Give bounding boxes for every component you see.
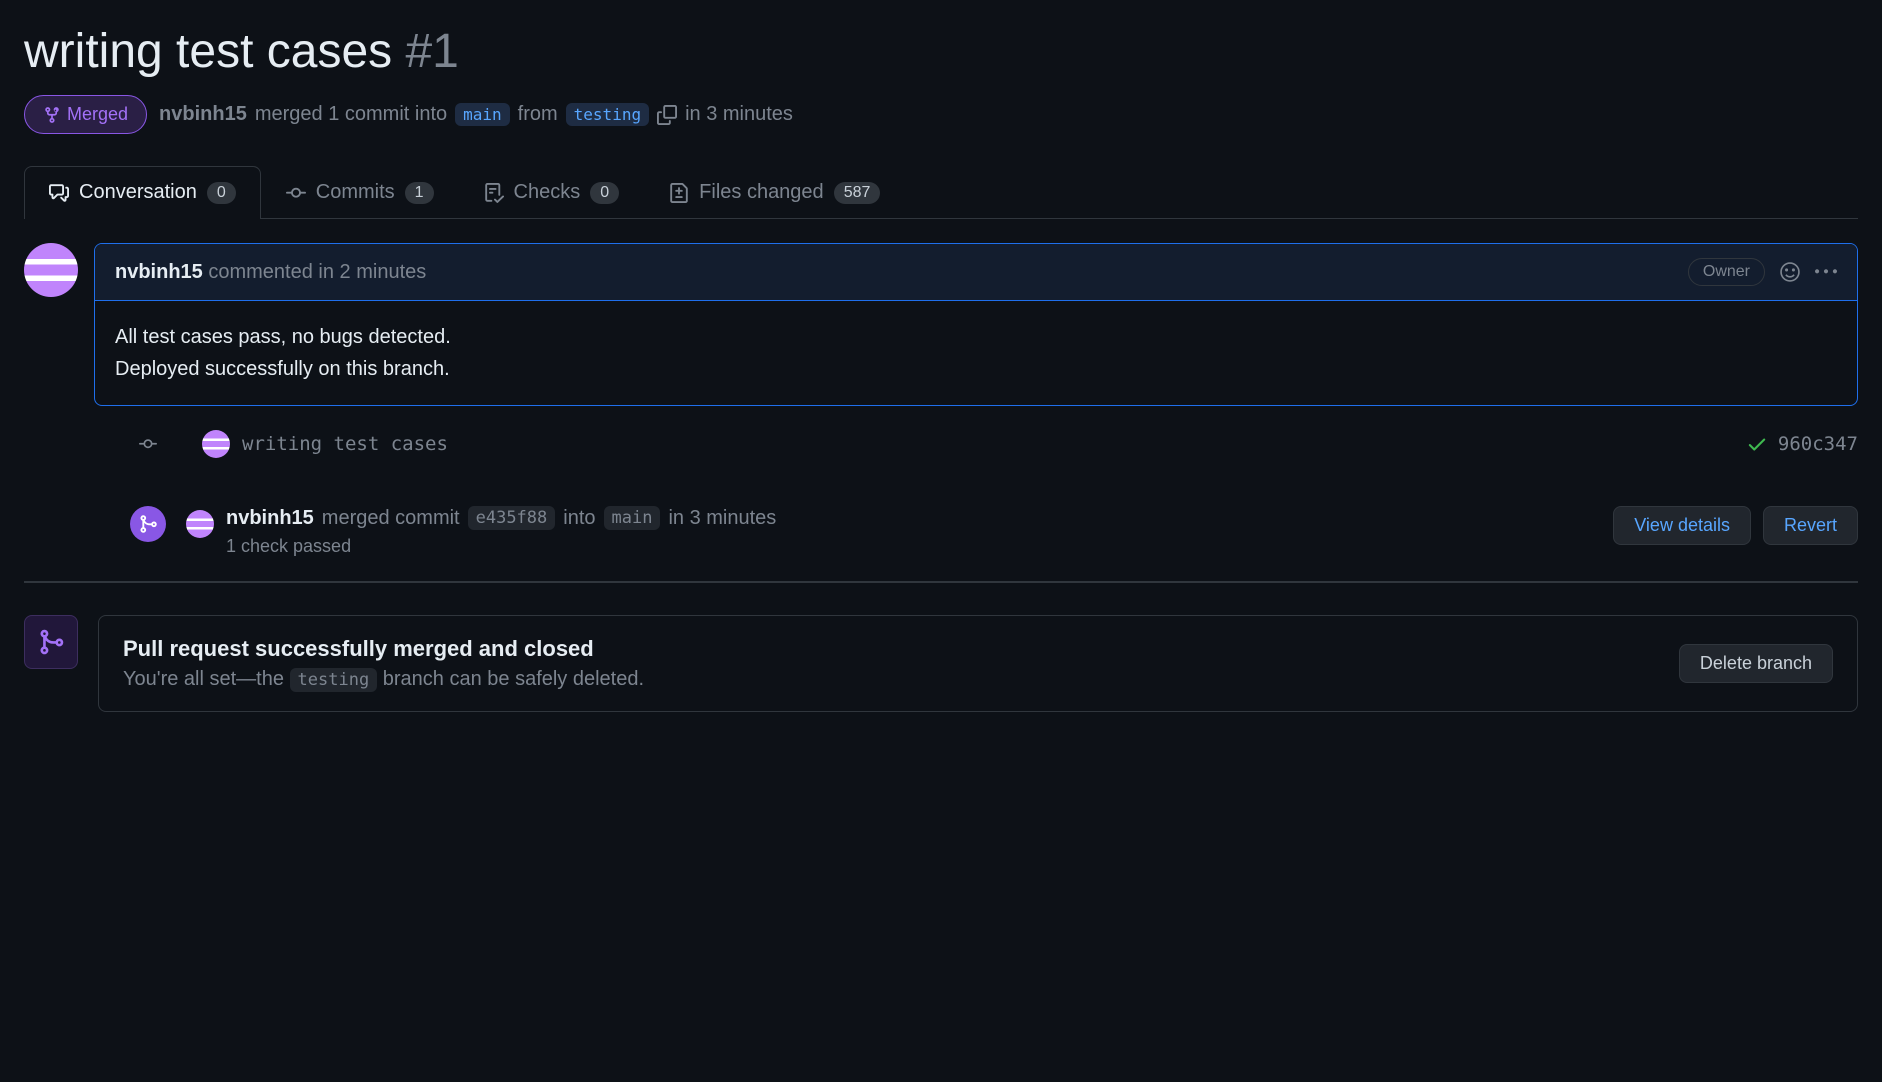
merged-branch: testing xyxy=(290,668,378,692)
merge-commit-sha[interactable]: e435f88 xyxy=(468,506,556,530)
git-merge-icon xyxy=(37,628,65,656)
pr-meta-text: nvbinh15 merged 1 commit into main from … xyxy=(159,103,793,126)
avatar[interactable] xyxy=(24,243,78,297)
tab-commits-label: Commits xyxy=(316,181,395,204)
owner-badge: Owner xyxy=(1688,258,1765,286)
merge-event-row: nvbinh15 merged commit e435f88 into main… xyxy=(24,482,1858,583)
pr-time: in 3 minutes xyxy=(685,103,793,126)
merge-event-actions: View details Revert xyxy=(1613,506,1858,545)
pr-title: writing test cases #1 xyxy=(24,24,1858,79)
comment-header-left: nvbinh15 commented in 2 minutes xyxy=(115,261,426,284)
file-diff-icon xyxy=(669,183,689,203)
merge-event-badge xyxy=(130,506,166,542)
git-commit-icon xyxy=(139,435,157,453)
avatar[interactable] xyxy=(186,510,214,538)
emoji-react-button[interactable] xyxy=(1779,261,1801,283)
merge-event-line: nvbinh15 merged commit e435f88 into main… xyxy=(226,506,1613,530)
check-icon xyxy=(1746,433,1768,455)
tab-conversation[interactable]: Conversation 0 xyxy=(24,166,261,218)
git-merge-icon xyxy=(138,514,158,534)
git-merge-icon xyxy=(43,106,61,124)
tab-files-count: 587 xyxy=(834,182,881,204)
merged-msg-box: Pull request successfully merged and clo… xyxy=(98,615,1858,712)
kebab-horizontal-icon xyxy=(1815,261,1837,283)
merge-time[interactable]: in 3 minutes xyxy=(668,507,776,530)
from-text: from xyxy=(518,103,558,126)
git-commit-icon xyxy=(286,183,306,203)
comment-author[interactable]: nvbinh15 xyxy=(115,261,203,283)
copy-icon xyxy=(657,105,677,125)
commit-message[interactable]: writing test cases xyxy=(242,433,1746,455)
tab-checks-count: 0 xyxy=(590,182,619,204)
pr-author[interactable]: nvbinh15 xyxy=(159,103,247,126)
merged-sub-suffix: branch can be safely deleted. xyxy=(383,668,644,690)
merge-checks-passed: 1 check passed xyxy=(226,536,1613,557)
tab-commits-count: 1 xyxy=(405,182,434,204)
pr-action-prefix: merged 1 commit into xyxy=(255,103,447,126)
tab-conversation-count: 0 xyxy=(207,182,236,204)
smiley-icon xyxy=(1779,261,1801,283)
tab-files-changed[interactable]: Files changed 587 xyxy=(644,166,905,218)
comment-header-right: Owner xyxy=(1688,258,1837,286)
merged-msg-text: Pull request successfully merged and clo… xyxy=(123,636,644,691)
base-branch[interactable]: main xyxy=(455,103,510,126)
merged-msg-title: Pull request successfully merged and clo… xyxy=(123,636,644,662)
copy-branch-button[interactable] xyxy=(657,105,677,125)
tab-checks[interactable]: Checks 0 xyxy=(459,166,645,218)
pr-number: #1 xyxy=(405,25,458,78)
merge-event-content: nvbinh15 merged commit e435f88 into main… xyxy=(226,506,1613,557)
comment-box: nvbinh15 commented in 2 minutes Owner Al… xyxy=(94,243,1858,406)
comment-discussion-icon xyxy=(49,183,69,203)
delete-branch-button[interactable]: Delete branch xyxy=(1679,644,1833,683)
comment-body: All test cases pass, no bugs detected. D… xyxy=(95,301,1857,405)
commit-sha-wrap: 960c347 xyxy=(1746,433,1858,455)
pr-title-text: writing test cases xyxy=(24,25,392,78)
commit-marker xyxy=(130,435,166,453)
merged-confirmation-row: Pull request successfully merged and clo… xyxy=(24,615,1858,712)
merge-author[interactable]: nvbinh15 xyxy=(226,507,314,530)
pr-tabs: Conversation 0 Commits 1 Checks 0 Files … xyxy=(24,166,1858,219)
merge-action: merged commit xyxy=(322,507,460,530)
comment-line-1: All test cases pass, no bugs detected. xyxy=(115,321,1837,353)
commit-row: writing test cases 960c347 xyxy=(24,406,1858,482)
head-branch[interactable]: testing xyxy=(566,103,649,126)
tab-files-label: Files changed xyxy=(699,181,824,204)
comment-time[interactable]: in 2 minutes xyxy=(318,261,426,283)
state-label: Merged xyxy=(67,104,128,125)
merged-msg-sub: You're all set—the testing branch can be… xyxy=(123,668,644,691)
commit-sha[interactable]: 960c347 xyxy=(1778,433,1858,455)
comment-item: nvbinh15 commented in 2 minutes Owner Al… xyxy=(24,243,1858,406)
merged-icon-box xyxy=(24,615,78,669)
kebab-menu-button[interactable] xyxy=(1815,261,1837,283)
tab-commits[interactable]: Commits 1 xyxy=(261,166,459,218)
merge-target-branch[interactable]: main xyxy=(604,506,661,530)
view-details-button[interactable]: View details xyxy=(1613,506,1751,545)
revert-button[interactable]: Revert xyxy=(1763,506,1858,545)
comment-action: commented xyxy=(208,261,313,283)
pr-meta-row: Merged nvbinh15 merged 1 commit into mai… xyxy=(24,95,1858,134)
merged-sub-prefix: You're all set—the xyxy=(123,668,284,690)
checklist-icon xyxy=(484,183,504,203)
comment-line-2: Deployed successfully on this branch. xyxy=(115,353,1837,385)
timeline: nvbinh15 commented in 2 minutes Owner Al… xyxy=(24,243,1858,712)
comment-header: nvbinh15 commented in 2 minutes Owner xyxy=(95,244,1857,301)
avatar[interactable] xyxy=(202,430,230,458)
tab-conversation-label: Conversation xyxy=(79,181,197,204)
merge-into-text: into xyxy=(563,507,595,530)
tab-checks-label: Checks xyxy=(514,181,581,204)
state-badge-merged: Merged xyxy=(24,95,147,134)
